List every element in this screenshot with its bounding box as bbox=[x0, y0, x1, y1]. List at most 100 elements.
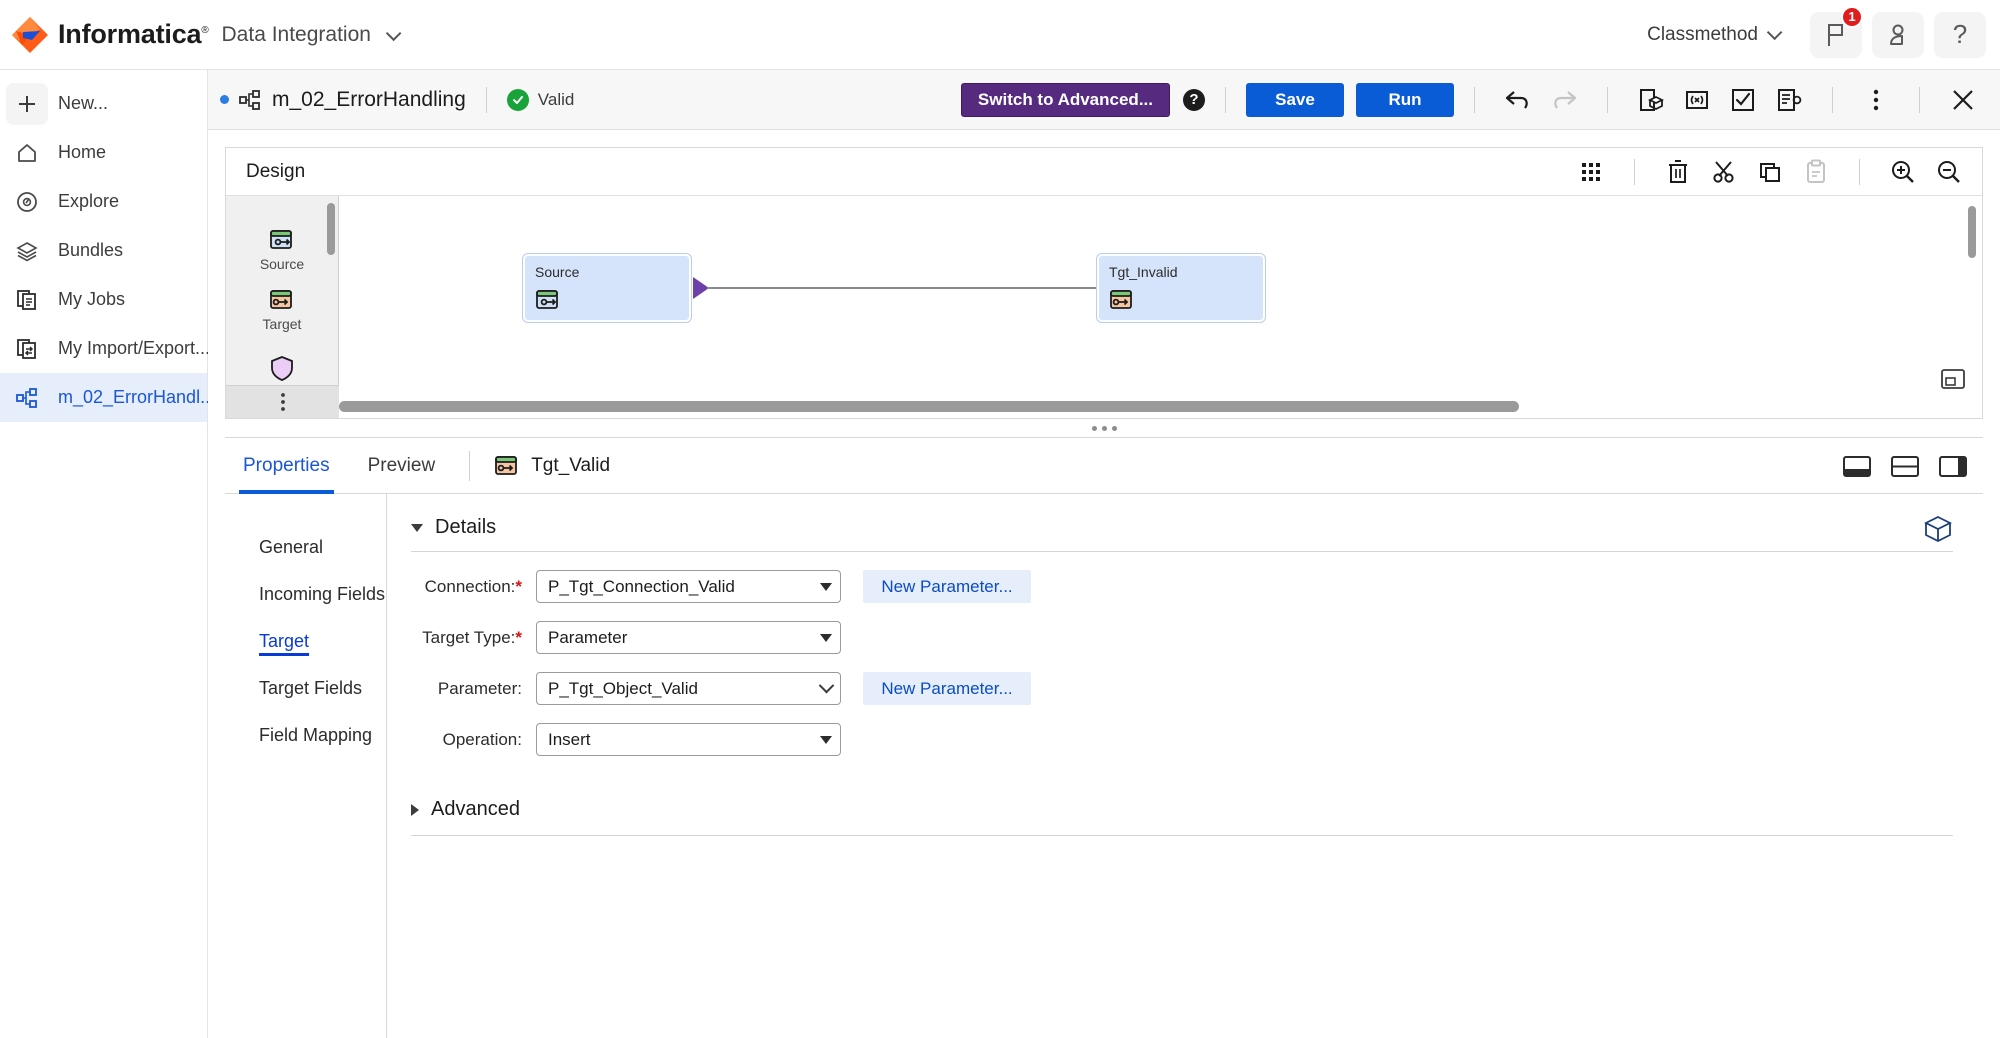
validate-icon[interactable] bbox=[1720, 77, 1766, 123]
canvas-horizontal-scrollbar[interactable] bbox=[339, 401, 1519, 412]
tab-preview[interactable]: Preview bbox=[364, 438, 440, 494]
target-icon bbox=[1109, 288, 1253, 312]
details-section-header[interactable]: Details bbox=[411, 516, 1953, 552]
toolbar-divider bbox=[1919, 86, 1920, 113]
close-icon[interactable] bbox=[1940, 77, 1986, 123]
org-switcher[interactable]: Classmethod bbox=[1647, 24, 1783, 46]
object-tab-label: Tgt_Valid bbox=[531, 454, 611, 476]
service-label: Data Integration bbox=[221, 22, 371, 46]
properties-body: General Incoming Fields Target Target Fi… bbox=[225, 494, 1983, 1038]
zoom-in-icon[interactable] bbox=[1880, 149, 1926, 195]
parameters-icon[interactable] bbox=[1674, 77, 1720, 123]
layout-bottom-icon[interactable] bbox=[1841, 450, 1873, 482]
panel-splitter[interactable] bbox=[208, 419, 2000, 437]
target-type-label-text: Target Type: bbox=[422, 627, 516, 647]
triangle-right-icon bbox=[411, 803, 419, 816]
chevron-down-icon bbox=[385, 25, 402, 41]
canvas-vertical-scrollbar[interactable] bbox=[1968, 206, 1976, 258]
new-parameter-object-button[interactable]: New Parameter... bbox=[863, 672, 1031, 705]
undo-icon[interactable] bbox=[1495, 77, 1541, 123]
advanced-section-header[interactable]: Advanced bbox=[411, 798, 1953, 836]
form-row-connection: Connection:* P_Tgt_Connection_Valid New … bbox=[411, 570, 1953, 603]
save-button[interactable]: Save bbox=[1246, 82, 1344, 117]
details-form: Connection:* P_Tgt_Connection_Valid New … bbox=[411, 570, 1953, 756]
details-section-title: Details bbox=[435, 516, 497, 538]
layout-right-icon[interactable] bbox=[1937, 450, 1969, 482]
advanced-section-title: Advanced bbox=[431, 798, 520, 820]
zoom-out-icon[interactable] bbox=[1926, 149, 1972, 195]
cut-icon[interactable] bbox=[1701, 149, 1747, 195]
props-nav-target-fields[interactable]: Target Fields bbox=[239, 665, 386, 712]
required-asterisk: * bbox=[515, 576, 522, 596]
sidebar-item-bundles[interactable]: Bundles bbox=[0, 226, 207, 275]
tab-properties[interactable]: Properties bbox=[239, 438, 334, 494]
sidebar-item-m-02-errorhandling[interactable]: m_02_ErrorHandl... bbox=[0, 373, 215, 422]
copy-icon[interactable] bbox=[1747, 149, 1793, 195]
palette-scrollbar[interactable] bbox=[327, 203, 335, 255]
parameter-label: Parameter: bbox=[437, 678, 522, 698]
parameter-select[interactable]: P_Tgt_Object_Valid bbox=[536, 672, 841, 705]
connection-value: P_Tgt_Connection_Valid bbox=[548, 576, 735, 596]
toolbar-divider bbox=[1225, 86, 1226, 113]
help-button[interactable]: ? bbox=[1934, 11, 1986, 58]
fit-to-screen-icon[interactable] bbox=[1940, 366, 1966, 392]
mapping-canvas[interactable]: Source Tgt_Invalid bbox=[339, 196, 1982, 418]
form-row-target-type: Target Type:* Parameter bbox=[411, 621, 1953, 654]
run-button[interactable]: Run bbox=[1356, 82, 1454, 117]
connection-select[interactable]: P_Tgt_Connection_Valid bbox=[536, 570, 841, 603]
props-nav-general[interactable]: General bbox=[239, 524, 386, 571]
palette-item-source[interactable]: Source bbox=[226, 220, 338, 280]
layout-split-icon[interactable] bbox=[1889, 450, 1921, 482]
properties-content: Details Connection:* P_Tgt_Connection_Va… bbox=[387, 494, 1983, 1038]
sidebar-item-home[interactable]: Home bbox=[0, 128, 207, 177]
header-actions: Classmethod 1 ? bbox=[1647, 0, 2000, 70]
tab-object-tgt-valid[interactable]: Tgt_Valid bbox=[494, 454, 610, 478]
operation-select[interactable]: Insert bbox=[536, 723, 841, 756]
sidebar-item-new[interactable]: New... bbox=[0, 79, 207, 128]
new-parameter-connection-button[interactable]: New Parameter... bbox=[863, 570, 1031, 603]
sidebar-item-my-import-export[interactable]: My Import/Export... bbox=[0, 324, 211, 373]
layout-buttons bbox=[1841, 450, 1983, 482]
sidebar-item-my-jobs[interactable]: My Jobs bbox=[0, 275, 207, 324]
toolbar-divider bbox=[1607, 86, 1608, 113]
brand-name: Informatica® bbox=[58, 19, 209, 50]
chevron-down-icon bbox=[820, 582, 832, 591]
account-button[interactable] bbox=[1872, 11, 1924, 58]
target-type-select[interactable]: Parameter bbox=[536, 621, 841, 654]
palette-item-label: Source bbox=[259, 256, 305, 272]
props-nav-target[interactable]: Target bbox=[239, 618, 386, 665]
compass-icon bbox=[6, 181, 48, 223]
more-vertical-icon[interactable] bbox=[1853, 77, 1899, 123]
operation-value: Insert bbox=[548, 729, 591, 749]
informatica-logo-icon bbox=[10, 15, 50, 55]
palette-more-button[interactable] bbox=[226, 385, 339, 418]
add-package-icon[interactable] bbox=[1628, 77, 1674, 123]
properties-panel: Properties Preview Tgt_Valid General Inc… bbox=[225, 437, 1983, 1038]
canvas-node-source[interactable]: Source bbox=[523, 254, 691, 322]
node-label: Source bbox=[535, 264, 580, 280]
main-area: m_02_ErrorHandling Valid Switch to Advan… bbox=[208, 70, 2000, 1038]
required-asterisk: * bbox=[515, 627, 522, 647]
service-switcher[interactable]: Data Integration bbox=[221, 22, 402, 47]
canvas-node-tgt-invalid[interactable]: Tgt_Invalid bbox=[1097, 254, 1265, 322]
sidebar-item-explore[interactable]: Explore bbox=[0, 177, 207, 226]
package-icon[interactable] bbox=[1923, 514, 1953, 544]
mapping-toolbar: m_02_ErrorHandling Valid Switch to Advan… bbox=[208, 70, 2000, 130]
grid-icon[interactable] bbox=[1568, 149, 1614, 195]
layers-icon bbox=[6, 230, 48, 272]
delete-icon[interactable] bbox=[1655, 149, 1701, 195]
triangle-down-icon bbox=[411, 523, 423, 532]
props-nav-incoming-fields[interactable]: Incoming Fields bbox=[239, 571, 386, 618]
properties-nav: General Incoming Fields Target Target Fi… bbox=[239, 494, 387, 1038]
question-mark-icon: ? bbox=[1952, 19, 1968, 49]
documentation-icon[interactable] bbox=[1766, 77, 1812, 123]
props-nav-field-mapping[interactable]: Field Mapping bbox=[239, 712, 386, 759]
notifications-button[interactable]: 1 bbox=[1810, 5, 1863, 58]
design-canvas-area: Source Target Source Tgt_Invalid bbox=[226, 196, 1982, 418]
design-panel: Design Source Target Source Tgt_Invalid bbox=[225, 147, 1983, 419]
sidebar-item-label: My Import/Export... bbox=[58, 338, 211, 358]
switch-to-advanced-button[interactable]: Switch to Advanced... bbox=[960, 82, 1170, 117]
palette-item-target[interactable]: Target bbox=[226, 280, 338, 340]
advanced-help-icon[interactable]: ? bbox=[1183, 88, 1205, 111]
sidebar-item-label: My Jobs bbox=[58, 289, 126, 309]
